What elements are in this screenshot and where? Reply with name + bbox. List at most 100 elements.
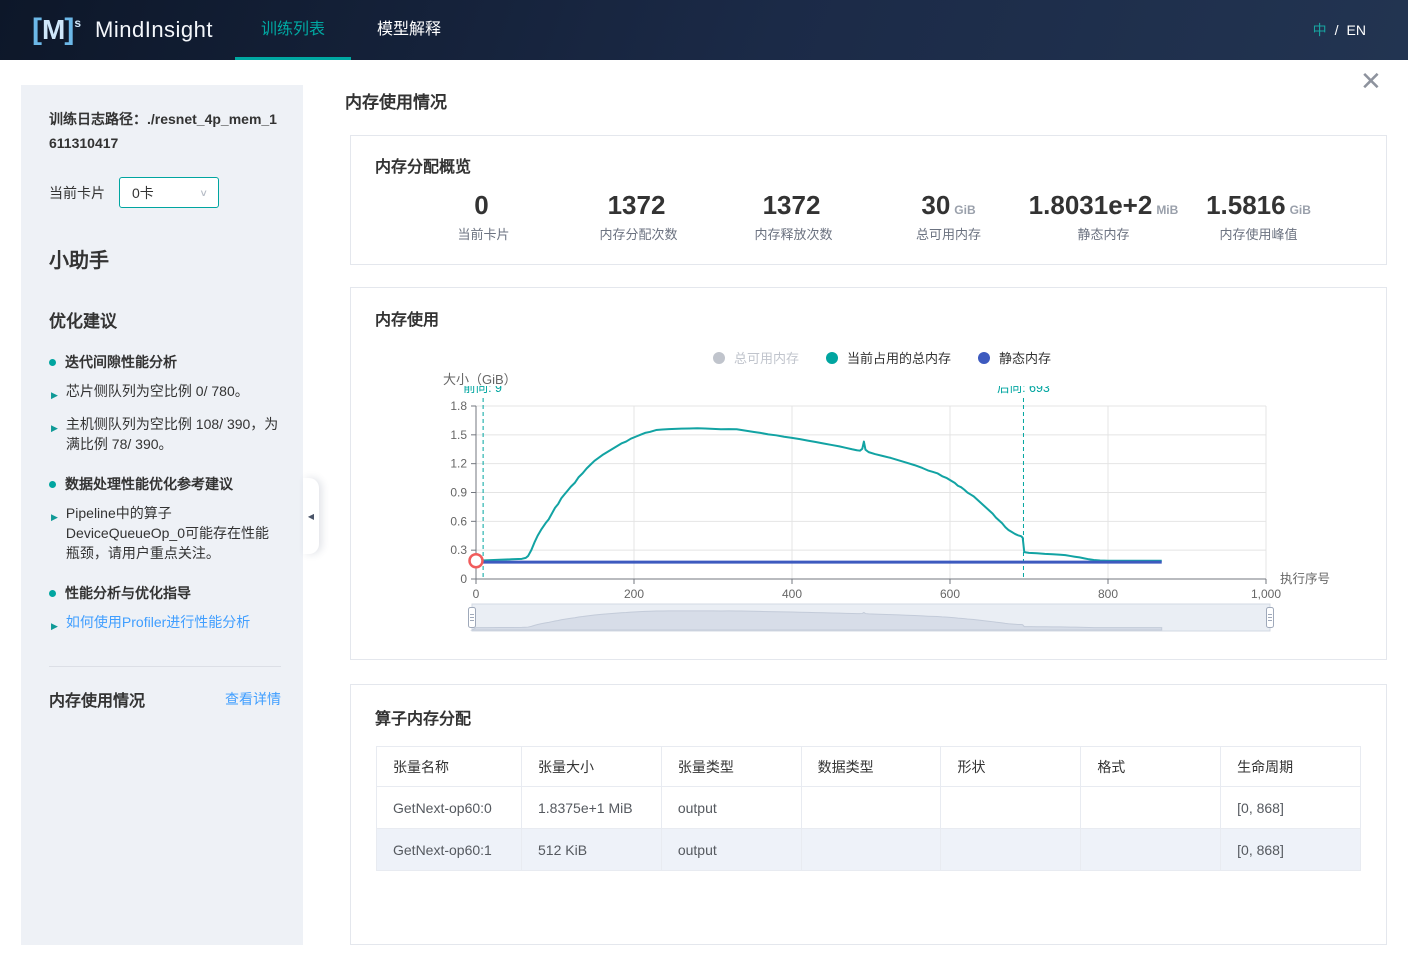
svg-text:200: 200 [624, 587, 644, 601]
suggestion-group: 数据处理性能优化参考建议 ▶Pipeline中的算子DeviceQueueOp_… [49, 474, 281, 563]
col-shape[interactable]: 形状 [941, 747, 1081, 787]
tab-training-list[interactable]: 训练列表 [235, 0, 351, 60]
card-select-value: 0卡 [132, 183, 199, 203]
stat-static-memory: 1.8031e+2MiB 静态内存 [1026, 190, 1181, 243]
stat-peak-memory: 1.5816GiB 内存使用峰值 [1181, 190, 1336, 243]
cell-tensor-name: GetNext-op60:1 [377, 829, 522, 871]
suggestion-group: 性能分析与优化指导 ▶如何使用Profiler进行性能分析 [49, 583, 281, 636]
log-path-label: 训练日志路径： [49, 111, 147, 127]
logo-m: M [42, 14, 64, 46]
logo-sup: s [74, 16, 81, 30]
arrow-right-icon: ▶ [51, 616, 58, 636]
cell-tensor-type: output [661, 829, 801, 871]
top-navbar: [M]s MindInsight 训练列表 模型解释 中 / EN [0, 0, 1408, 60]
suggestion-group-title: 性能分析与优化指导 [49, 583, 281, 603]
training-log-path: 训练日志路径：./resnet_4p_mem_1611310417 [49, 107, 281, 155]
sidebar: 训练日志路径：./resnet_4p_mem_1611310417 当前卡片 0… [21, 85, 303, 945]
lang-zh[interactable]: 中 [1313, 20, 1327, 40]
cell-format [1081, 829, 1221, 871]
page-title: 内存使用情况 [345, 88, 447, 113]
arrow-right-icon: ▶ [51, 385, 58, 405]
svg-text:0: 0 [460, 572, 467, 586]
tab-model-explanation[interactable]: 模型解释 [351, 0, 467, 60]
stat-release-count: 1372 内存释放次数 [716, 190, 871, 243]
memory-line-chart[interactable]: 02004006008001,00000.30.60.91.21.51.8执行序… [436, 386, 1386, 636]
col-data-type[interactable]: 数据类型 [801, 747, 941, 787]
sidebar-divider [49, 666, 281, 667]
operator-memory-panel: 算子内存分配 张量名称 张量大小 张量类型 数据类型 形状 格式 生命周期 Ge… [350, 684, 1387, 945]
profiler-guide-link[interactable]: ▶如何使用Profiler进行性能分析 [51, 612, 281, 636]
table-header-row: 张量名称 张量大小 张量类型 数据类型 形状 格式 生命周期 [377, 747, 1361, 787]
cell-lifecycle: [0, 868] [1221, 829, 1361, 871]
cell-tensor-size: 512 KiB [522, 829, 662, 871]
sidebar-memory-title: 内存使用情况 [49, 687, 145, 711]
logo-bracket: [ [32, 13, 42, 47]
svg-text:800: 800 [1098, 587, 1118, 601]
language-switcher: 中 / EN [1313, 20, 1366, 40]
col-format[interactable]: 格式 [1081, 747, 1221, 787]
view-details-link[interactable]: 查看详情 [225, 689, 281, 709]
memory-overview-panel: 内存分配概览 0 当前卡片 1372 内存分配次数 1372 内存释放次数 30… [350, 135, 1387, 265]
stat-alloc-count: 1372 内存分配次数 [561, 190, 716, 243]
svg-text:0.3: 0.3 [450, 543, 467, 557]
cell-shape [941, 829, 1081, 871]
legend-dot-icon [713, 352, 725, 364]
svg-text:前向: 9: 前向: 9 [463, 386, 502, 395]
suggestion-group: 迭代间隙性能分析 ▶芯片侧队列为空比例 0/ 780。 ▶主机侧队列为空比例 1… [49, 352, 281, 454]
col-tensor-size[interactable]: 张量大小 [522, 747, 662, 787]
nav-tabs: 训练列表 模型解释 [235, 0, 467, 60]
svg-text:后向: 693: 后向: 693 [997, 386, 1050, 395]
col-tensor-type[interactable]: 张量类型 [661, 747, 801, 787]
col-lifecycle[interactable]: 生命周期 [1221, 747, 1361, 787]
svg-text:1.2: 1.2 [450, 457, 467, 471]
chevron-down-icon: ∨ [199, 187, 208, 198]
chart-title: 内存使用 [375, 306, 439, 330]
table-row[interactable]: GetNext-op60:0 1.8375e+1 MiB output [0, … [377, 787, 1361, 829]
stat-total-memory: 30GiB 总可用内存 [871, 190, 1026, 243]
cell-shape [941, 787, 1081, 829]
svg-text:0.6: 0.6 [450, 514, 467, 528]
legend-dot-icon [826, 352, 838, 364]
logo-bracket: ] [64, 13, 74, 47]
legend-static-memory[interactable]: 静态内存 [978, 348, 1051, 367]
lang-en[interactable]: EN [1347, 22, 1366, 38]
lang-separator: / [1335, 22, 1339, 38]
overview-title: 内存分配概览 [375, 153, 1386, 177]
arrow-right-icon: ▶ [51, 507, 58, 563]
bullet-dot-icon [49, 590, 56, 597]
svg-text:0: 0 [473, 587, 480, 601]
svg-text:400: 400 [782, 587, 802, 601]
suggestion-group-title: 迭代间隙性能分析 [49, 352, 281, 372]
cell-tensor-type: output [661, 787, 801, 829]
suggestion-item[interactable]: ▶主机侧队列为空比例 108/ 390，为满比例 78/ 390。 [51, 414, 281, 454]
svg-text:600: 600 [940, 587, 960, 601]
suggestion-item[interactable]: ▶Pipeline中的算子DeviceQueueOp_0可能存在性能瓶颈，请用户… [51, 503, 281, 563]
chart-legend: 总可用内存 当前占用的总内存 静态内存 [713, 348, 1051, 367]
col-tensor-name[interactable]: 张量名称 [377, 747, 522, 787]
arrow-right-icon: ▶ [51, 418, 58, 454]
bullet-dot-icon [49, 359, 56, 366]
svg-text:1.8: 1.8 [450, 399, 467, 413]
table-row[interactable]: GetNext-op60:1 512 KiB output [0, 868] [377, 829, 1361, 871]
svg-text:执行序号: 执行序号 [1280, 571, 1330, 586]
suggestions-title: 优化建议 [49, 307, 281, 332]
collapse-left-icon: ◀ [308, 512, 314, 521]
svg-text:1.5: 1.5 [450, 428, 467, 442]
legend-current-used[interactable]: 当前占用的总内存 [826, 348, 951, 367]
assistant-title: 小助手 [49, 244, 281, 273]
legend-total-available[interactable]: 总可用内存 [713, 348, 799, 367]
svg-text:1,000: 1,000 [1251, 587, 1281, 601]
suggestion-item[interactable]: ▶芯片侧队列为空比例 0/ 780。 [51, 381, 281, 405]
overview-stats: 0 当前卡片 1372 内存分配次数 1372 内存释放次数 30GiB 总可用… [351, 190, 1386, 243]
suggestion-group-title: 数据处理性能优化参考建议 [49, 474, 281, 494]
operator-table: 张量名称 张量大小 张量类型 数据类型 形状 格式 生命周期 GetNext-o… [376, 746, 1361, 871]
cell-data-type [801, 787, 941, 829]
mindinsight-logo-icon: [M]s [32, 13, 81, 47]
cell-format [1081, 787, 1221, 829]
sidebar-collapse-handle[interactable]: ◀ [303, 478, 319, 554]
card-select[interactable]: 0卡 ∨ [119, 177, 219, 208]
close-icon[interactable]: ✕ [1360, 68, 1382, 94]
cell-data-type [801, 829, 941, 871]
memory-usage-panel: 内存使用 总可用内存 当前占用的总内存 静态内存 大小（GiB） 0200400… [350, 287, 1387, 660]
bullet-dot-icon [49, 481, 56, 488]
